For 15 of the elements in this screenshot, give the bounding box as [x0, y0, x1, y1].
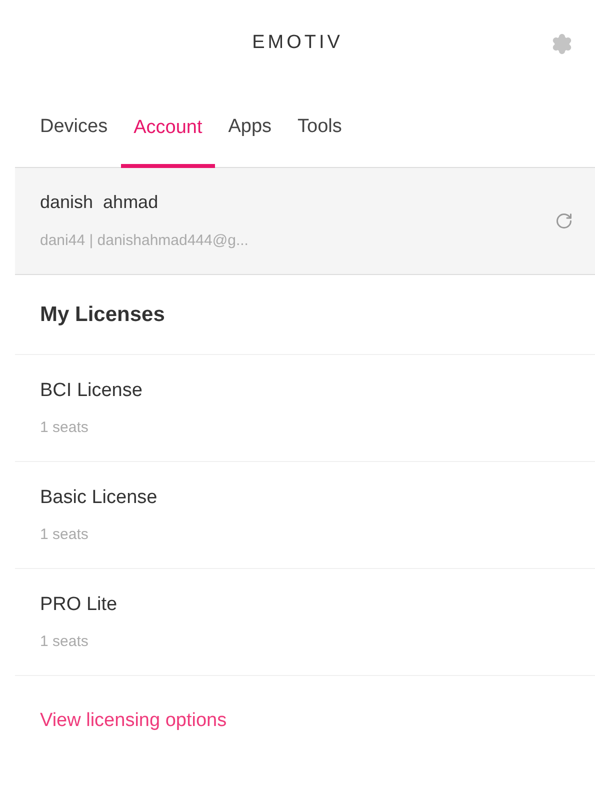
tab[interactable]: Tools: [284, 112, 355, 167]
license-seats: 1 seats: [40, 631, 595, 654]
licensing-link[interactable]: View licensing options: [40, 706, 227, 736]
user-name: danish ahmad: [40, 191, 160, 214]
tab[interactable]: Apps: [215, 112, 285, 167]
tab[interactable]: Devices: [15, 112, 121, 167]
license-name: PRO Lite: [40, 592, 118, 616]
refresh-icon[interactable]: [555, 212, 573, 230]
license-name: Basic License: [40, 486, 158, 510]
section-title: My Licenses: [40, 302, 165, 328]
logo: EMOTIV: [252, 30, 343, 55]
user-details: dani44 | danishahmad444@g...: [40, 231, 250, 252]
license-seats: 1 seats: [40, 417, 595, 440]
license-seats: 1 seats: [40, 524, 595, 546]
license-name: BCI License: [40, 378, 144, 402]
